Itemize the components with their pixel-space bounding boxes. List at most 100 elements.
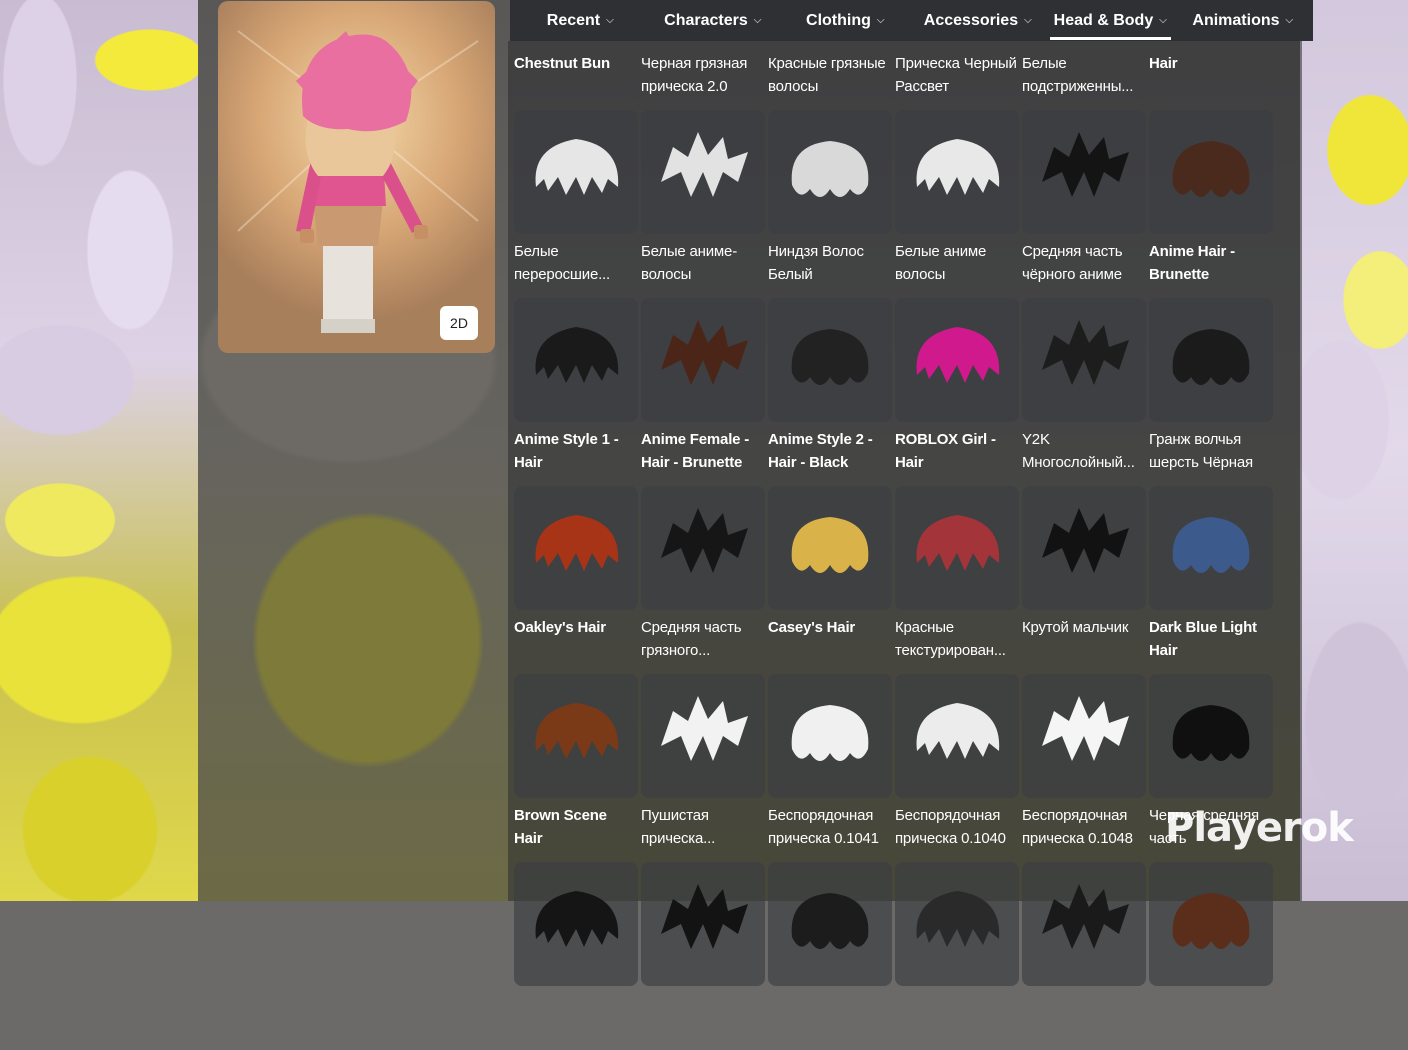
item-thumbnail[interactable] — [514, 486, 638, 610]
catalog-item-card[interactable] — [895, 862, 1019, 1050]
item-thumbnail[interactable] — [514, 298, 638, 422]
item-thumbnail[interactable] — [1149, 862, 1273, 986]
catalog-item-card[interactable] — [1022, 862, 1146, 1050]
item-name: Пушистая прическа... — [641, 807, 716, 847]
item-thumbnail[interactable] — [1022, 110, 1146, 234]
item-thumbnail[interactable] — [768, 298, 892, 422]
item-name: Anime Style 1 - Hair — [514, 431, 619, 471]
tab-label: Head & Body — [1053, 11, 1154, 29]
hair-icon — [535, 703, 619, 759]
item-thumbnail[interactable] — [1022, 674, 1146, 798]
item-thumbnail[interactable] — [768, 862, 892, 986]
catalog-item-card[interactable]: Anime Female - Hair - Brunette — [641, 298, 765, 486]
item-thumbnail[interactable] — [1149, 674, 1273, 798]
catalog-item-card[interactable]: Casey's Hair — [768, 486, 892, 674]
catalog-item-card[interactable]: Ниндзя Волос Белый — [768, 110, 892, 298]
catalog-item-card[interactable]: Anime Hair - Brunette — [1149, 110, 1273, 298]
catalog-item-card[interactable] — [641, 862, 765, 1050]
catalog-item-card[interactable]: Anime Style 1 - Hair — [514, 298, 638, 486]
catalog-item-card[interactable]: Anime Style 2 - Hair - Black — [768, 298, 892, 486]
item-name[interactable]: Черная грязная прическа 2.0 — [641, 52, 765, 98]
item-thumbnail[interactable] — [514, 110, 638, 234]
catalog-item-card[interactable]: Белые переросшие... — [514, 110, 638, 298]
item-name[interactable]: Белые подстриженны... — [1022, 52, 1146, 98]
item-thumbnail[interactable] — [1022, 486, 1146, 610]
item-name[interactable]: Hair — [1149, 52, 1273, 75]
item-name[interactable]: Прическа Черный Рассвет — [895, 52, 1019, 98]
item-thumbnail[interactable] — [895, 298, 1019, 422]
hair-icon — [661, 508, 748, 573]
tab-characters[interactable]: Characters ⌵ — [647, 0, 780, 41]
item-name: Беспорядочная прическа 0.1041 — [768, 807, 879, 847]
catalog-item-card[interactable]: Беспорядочная прическа 0.1041 — [768, 674, 892, 862]
catalog-item-card[interactable]: Гранж волчья шерсть Чёрная — [1149, 298, 1273, 486]
view-2d-toggle-button[interactable]: 2D — [440, 306, 478, 340]
item-thumbnail[interactable] — [641, 486, 765, 610]
hair-icon — [1042, 132, 1129, 197]
hair-icon — [1172, 141, 1250, 197]
item-thumbnail[interactable] — [641, 674, 765, 798]
avatar-preview[interactable]: 2D — [218, 1, 495, 353]
item-name[interactable]: Красные грязные волосы — [768, 52, 892, 98]
catalog-item-card[interactable]: Средняя часть чёрного аниме — [1022, 110, 1146, 298]
item-name: Красные текстурирован... — [895, 619, 1006, 659]
item-name: Ниндзя Волос Белый — [768, 243, 864, 283]
item-thumbnail[interactable] — [641, 110, 765, 234]
item-thumbnail[interactable] — [1022, 298, 1146, 422]
item-thumbnail[interactable] — [514, 862, 638, 986]
hair-icon — [791, 705, 869, 761]
catalog-item-card[interactable]: Белые аниме волосы — [895, 110, 1019, 298]
hair-icon — [1172, 517, 1250, 573]
item-thumbnail[interactable] — [895, 862, 1019, 986]
item-thumbnail[interactable] — [1149, 486, 1273, 610]
chevron-down-icon: ⌵ — [606, 15, 614, 26]
tab-accessories[interactable]: Accessories ⌵ — [912, 0, 1045, 41]
catalog-item-card[interactable]: Беспорядочная прическа 0.1040 — [895, 674, 1019, 862]
item-thumbnail[interactable] — [895, 486, 1019, 610]
category-tab-bar: Recent ⌵ Characters ⌵ Clothing ⌵ Accessorie… — [510, 0, 1313, 41]
item-thumbnail[interactable] — [514, 674, 638, 798]
item-name: Гранж волчья шерсть Чёрная — [1149, 431, 1253, 471]
tab-animations[interactable]: Animations ⌵ — [1177, 0, 1310, 41]
item-thumbnail[interactable] — [641, 298, 765, 422]
item-thumbnail[interactable] — [1022, 862, 1146, 986]
item-name: Белые переросшие... — [514, 243, 610, 283]
catalog-item-card[interactable]: Dark Blue Light Hair — [1149, 486, 1273, 674]
item-thumbnail[interactable] — [641, 862, 765, 986]
catalog-item-card[interactable]: Крутой мальчик — [1022, 486, 1146, 674]
catalog-item-card[interactable]: Пушистая прическа... — [641, 674, 765, 862]
catalog-item-card[interactable]: ROBLOX Girl - Hair — [895, 298, 1019, 486]
catalog-item-card[interactable]: Brown Scene Hair — [514, 674, 638, 862]
item-thumbnail[interactable] — [1149, 298, 1273, 422]
item-thumbnail[interactable] — [768, 110, 892, 234]
item-thumbnail[interactable] — [768, 486, 892, 610]
item-thumbnail[interactable] — [1149, 110, 1273, 234]
item-name: Крутой мальчик — [1022, 619, 1129, 636]
catalog-item-card[interactable]: Беспорядочная прическа 0.1048 — [1022, 674, 1146, 862]
item-thumbnail[interactable] — [768, 674, 892, 798]
hair-icon — [1172, 329, 1250, 385]
catalog-item-card[interactable]: Средняя часть грязного... — [641, 486, 765, 674]
tab-label: Animations — [1192, 11, 1280, 29]
catalog-item-card[interactable]: Красные текстурирован... — [895, 486, 1019, 674]
catalog-item-card[interactable] — [1149, 862, 1273, 1050]
item-name: Casey's Hair — [768, 619, 856, 636]
tab-head-and-body[interactable]: Head & Body ⌵ — [1044, 0, 1177, 41]
hair-icon — [791, 893, 869, 949]
item-thumbnail[interactable] — [895, 110, 1019, 234]
hair-icon — [791, 329, 869, 385]
item-name[interactable]: Chestnut Bun — [514, 52, 638, 75]
item-thumbnail[interactable] — [895, 674, 1019, 798]
hair-icon — [661, 320, 748, 385]
catalog-item-card[interactable] — [768, 862, 892, 1050]
hair-icon — [791, 517, 869, 573]
chevron-down-icon: ⌵ — [1024, 15, 1032, 26]
catalog-item-card[interactable]: Oakley's Hair — [514, 486, 638, 674]
tab-recent[interactable]: Recent ⌵ — [514, 0, 647, 41]
catalog-item-card[interactable] — [514, 862, 638, 1050]
tab-clothing[interactable]: Clothing ⌵ — [779, 0, 912, 41]
catalog-item-card[interactable]: Y2K Многослойный... — [1022, 298, 1146, 486]
item-name: ROBLOX Girl - Hair — [895, 431, 996, 471]
flower-background-left — [0, 0, 200, 901]
catalog-item-card[interactable]: Белые аниме-волосы — [641, 110, 765, 298]
